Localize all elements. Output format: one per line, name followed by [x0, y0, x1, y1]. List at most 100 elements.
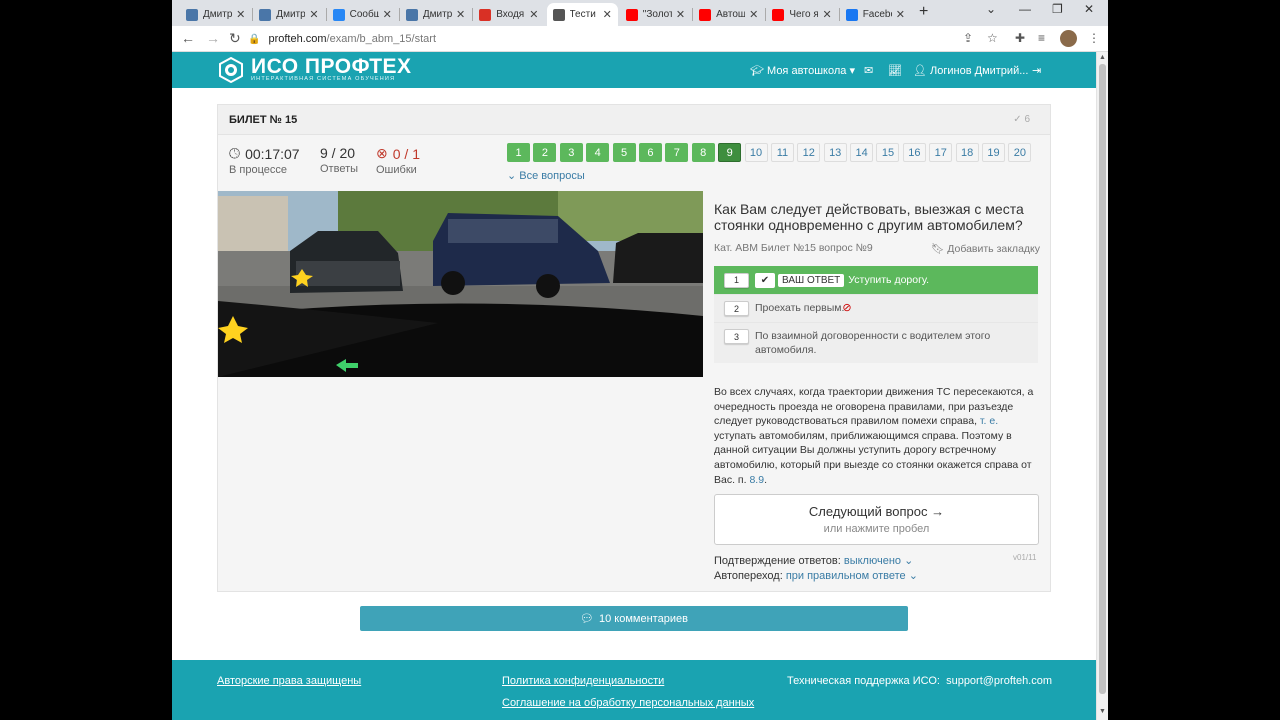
nav-my-school[interactable]: 🎓︎ Моя автошкола ▾ — [750, 64, 855, 77]
minimize-icon[interactable]: — — [1019, 2, 1031, 16]
browser-window: Дмитр ✕ Дмитр ✕ Сообщ ✕ Дмитр ✕ Входя ✕ Тести ✕ "Зол… — [172, 0, 1108, 720]
question-number-17[interactable]: 17 — [929, 143, 953, 162]
confirm-dropdown[interactable]: выключено ⌄ — [844, 555, 913, 567]
question-number-9[interactable]: 9 — [718, 143, 742, 162]
question-number-3[interactable]: 3 — [559, 143, 583, 162]
chevron-down-icon: ⌄ — [904, 555, 914, 567]
nav-user[interactable]: 👤︎ Логинов Дмитрий... — [913, 64, 1028, 77]
question-number-10[interactable]: 10 — [744, 143, 768, 162]
extensions-icon[interactable]: ✚ — [1015, 31, 1025, 45]
question-number-19[interactable]: 19 — [982, 143, 1006, 162]
url-field[interactable]: 🔒 profteh.com/exam/b_abm_15/start — [248, 29, 958, 49]
add-bookmark-link[interactable]: 🔖︎ Добавить закладку — [931, 242, 1040, 255]
explanation-link-rule[interactable]: 8.9 — [749, 474, 764, 486]
close-tab-icon[interactable]: ✕ — [456, 8, 465, 21]
explanation-link-te[interactable]: т. е. — [980, 415, 998, 427]
page-scrollbar[interactable]: ▲ ▼ — [1096, 52, 1108, 720]
caret-down-icon: ▾ — [849, 65, 855, 77]
menu-icon[interactable]: ⋮ — [1088, 31, 1100, 45]
close-tab-icon[interactable]: ✕ — [383, 8, 392, 21]
answer-number-1: 1 — [724, 272, 749, 288]
next-question-hint: или нажмите пробел — [823, 523, 930, 535]
next-question-label: Следующий вопрос → — [808, 504, 945, 519]
scroll-down-icon[interactable]: ▼ — [1099, 708, 1106, 715]
explanation: Во всех случаях, когда траектории движен… — [714, 385, 1040, 487]
question-number-18[interactable]: 18 — [955, 143, 979, 162]
close-tab-icon[interactable]: ✕ — [603, 8, 612, 21]
close-tab-icon[interactable]: ✕ — [236, 8, 245, 21]
browser-tab-2[interactable]: Дмитр ✕ — [253, 3, 324, 26]
question-number-16[interactable]: 16 — [902, 143, 926, 162]
question-number-15[interactable]: 15 — [876, 143, 900, 162]
answer-option-1[interactable]: 1 ✔ ВАШ ОТВЕТ Уступить дорогу. — [714, 266, 1038, 295]
browser-tab-5[interactable]: Входя ✕ — [473, 3, 544, 26]
browser-tab-4[interactable]: Дмитр ✕ — [400, 3, 471, 26]
question-number-6[interactable]: 6 — [638, 143, 662, 162]
autojump-dropdown[interactable]: при правильном ответе ⌄ — [786, 570, 918, 582]
url-path: /exam/b_abm_15/start — [326, 33, 436, 45]
browser-tab-6[interactable]: Тести ✕ — [546, 3, 618, 26]
question-number-12[interactable]: 12 — [797, 143, 821, 162]
scroll-thumb[interactable] — [1099, 64, 1106, 694]
copyright-link[interactable]: Авторские права защищены — [217, 675, 361, 687]
stats-chart-icon[interactable]: 📈︎ — [888, 64, 902, 77]
all-questions-toggle[interactable]: ⌄ Все вопросы — [507, 169, 585, 182]
logo-icon[interactable] — [218, 57, 244, 83]
question-number-2[interactable]: 2 — [533, 143, 557, 162]
user-icon: 👤︎ — [913, 65, 927, 77]
graduation-cap-icon: 🎓︎ — [750, 65, 764, 77]
question-number-8[interactable]: 8 — [691, 143, 715, 162]
reading-list-icon[interactable]: ≡ — [1038, 31, 1045, 45]
close-tab-icon[interactable]: ✕ — [676, 8, 685, 21]
close-tab-icon[interactable]: ✕ — [749, 8, 758, 21]
close-window-icon[interactable]: ✕ — [1084, 2, 1094, 16]
close-tab-icon[interactable]: ✕ — [529, 8, 538, 21]
vk-icon — [259, 8, 272, 21]
profile-avatar[interactable] — [1060, 30, 1077, 47]
answer-text-3: По взаимной договоренности с водителем э… — [755, 330, 991, 356]
question-number-4[interactable]: 4 — [586, 143, 610, 162]
new-tab-button[interactable]: + — [919, 3, 928, 21]
next-question-button[interactable]: Следующий вопрос → или нажмите пробел — [714, 494, 1039, 545]
question-number-13[interactable]: 13 — [823, 143, 847, 162]
facebook-icon — [845, 8, 858, 21]
question-number-20[interactable]: 20 — [1008, 143, 1032, 162]
question-number-11[interactable]: 11 — [770, 143, 794, 162]
restore-icon[interactable]: ❐ — [1052, 2, 1063, 16]
question-number-14[interactable]: 14 — [850, 143, 874, 162]
browser-tab-9[interactable]: Чего я ✕ — [766, 3, 837, 26]
explanation-end: . — [764, 473, 767, 486]
browser-tab-1[interactable]: Дмитр ✕ — [180, 3, 251, 26]
close-tab-icon[interactable]: ✕ — [896, 8, 905, 21]
share-icon[interactable]: ⇪ — [963, 31, 973, 45]
support-email[interactable]: support@profteh.com — [946, 675, 1052, 687]
browser-tab-3[interactable]: Сообщ ✕ — [327, 3, 398, 26]
address-bar: ← → ↻ 🔒 profteh.com/exam/b_abm_15/start … — [172, 26, 1108, 52]
question-number-7[interactable]: 7 — [665, 143, 689, 162]
comments-button[interactable]: 💬︎ 10 комментариев — [360, 606, 908, 631]
browser-tab-10[interactable]: Facebo ✕ — [840, 3, 911, 26]
ticket-title: БИЛЕТ № 15 — [229, 114, 298, 126]
errors-value: 0 / 1 — [392, 145, 420, 162]
close-tab-icon[interactable]: ✕ — [822, 8, 831, 21]
scroll-up-icon[interactable]: ▲ — [1099, 54, 1106, 61]
logout-icon[interactable]: ⇥ — [1032, 64, 1041, 77]
back-icon[interactable]: ← — [181, 30, 195, 46]
timer-stat: 🕓︎ 00:17:07 В процессе — [229, 145, 300, 176]
browser-tab-7[interactable]: "Золот ✕ — [620, 3, 691, 26]
reload-icon[interactable]: ↻ — [229, 30, 241, 47]
consent-link[interactable]: Соглашение на обработку персональных дан… — [502, 697, 754, 709]
answer-option-3[interactable]: 3 По взаимной договоренности с водителем… — [714, 323, 1038, 363]
close-tab-icon[interactable]: ✕ — [309, 8, 318, 21]
question-number-1[interactable]: 1 — [507, 143, 530, 162]
answer-option-2[interactable]: 2 Проехать первым. ⊘ — [714, 295, 1038, 323]
question-number-5[interactable]: 5 — [612, 143, 636, 162]
autojump-value: при правильном ответе — [785, 570, 906, 582]
forward-icon[interactable]: → — [206, 30, 220, 46]
browser-tab-8[interactable]: Автош ✕ — [693, 3, 764, 26]
tab-search-icon[interactable]: ⌄ — [986, 2, 996, 16]
star-icon[interactable]: ☆ — [987, 31, 998, 45]
envelope-icon[interactable]: ✉ — [864, 64, 873, 77]
question-image — [218, 191, 703, 377]
privacy-link[interactable]: Политика конфиденциальности — [502, 675, 664, 687]
